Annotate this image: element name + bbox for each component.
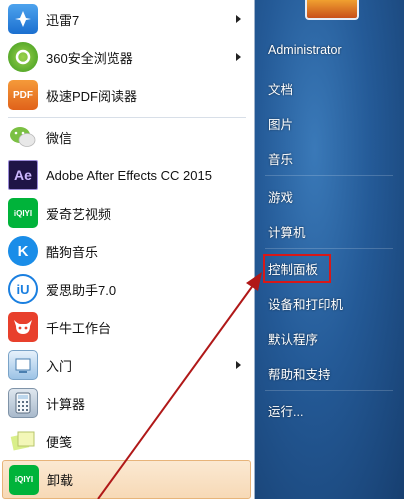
kugou-icon: K <box>8 236 38 266</box>
menu-link-computer[interactable]: 计算机 <box>268 222 306 241</box>
program-item-calculator[interactable]: 计算器 <box>0 384 253 422</box>
user-name-link[interactable]: Administrator <box>268 43 342 57</box>
xunlei-icon <box>8 4 38 34</box>
program-label: 计算器 <box>46 396 86 412</box>
kugou-icon-text: K <box>17 242 29 260</box>
menu-link-music[interactable]: 音乐 <box>268 149 293 168</box>
program-label: 极速PDF阅读器 <box>46 88 138 104</box>
menu-link-pictures[interactable]: 图片 <box>268 114 293 133</box>
separator <box>265 248 393 249</box>
uninstall-icon: iQIYI <box>9 464 39 495</box>
i4-icon-text: iU <box>16 281 30 297</box>
program-item-getting-started[interactable]: 入门 <box>0 346 253 384</box>
iqiyi-icon: iQIYI <box>8 198 38 228</box>
uninstall-icon-text: iQIYI <box>14 475 34 484</box>
program-item-qianniu[interactable]: 千牛工作台 <box>0 308 253 346</box>
program-label: 爱思助手7.0 <box>46 282 117 298</box>
calculator-icon <box>8 388 38 418</box>
iqiyi-icon-text: iQIYI <box>13 208 33 218</box>
program-item-after-effects[interactable]: Ae Adobe After Effects CC 2015 <box>0 156 253 194</box>
program-item-xunlei[interactable]: 迅雷7 <box>0 0 253 38</box>
program-label: 微信 <box>46 130 73 146</box>
program-label: 迅雷7 <box>46 12 80 28</box>
menu-link-documents[interactable]: 文档 <box>268 79 293 98</box>
wechat-icon <box>8 122 38 152</box>
program-list: 迅雷7 360安全浏览器 PDF 极速PDF阅读器 微信 Ae Adobe Af… <box>0 0 255 499</box>
pdf-icon-text: PDF <box>13 89 33 101</box>
program-label: 卸载 <box>47 473 74 488</box>
ae-icon-text: Ae <box>14 167 32 183</box>
getting-started-icon <box>8 350 38 380</box>
user-avatar[interactable] <box>305 0 359 20</box>
pdf-reader-icon: PDF <box>8 80 38 110</box>
separator <box>265 390 393 391</box>
qianniu-icon <box>8 312 38 342</box>
submenu-arrow-icon <box>236 361 241 369</box>
browser-360-icon <box>8 42 38 72</box>
menu-link-run[interactable]: 运行... <box>268 401 303 420</box>
program-label: 便笺 <box>46 434 73 450</box>
start-menu-right-pane: Administrator 文档 图片 音乐 游戏 计算机 控制面板 设备和打印… <box>255 0 404 499</box>
menu-link-games[interactable]: 游戏 <box>268 187 293 206</box>
i4-assistant-icon: iU <box>8 274 38 304</box>
program-item-pdf-reader[interactable]: PDF 极速PDF阅读器 <box>0 76 253 114</box>
menu-link-devices-printers[interactable]: 设备和打印机 <box>268 294 343 313</box>
program-label: 千牛工作台 <box>46 320 112 336</box>
program-item-uninstall[interactable]: iQIYI 卸载 <box>2 460 251 499</box>
program-label: Adobe After Effects CC 2015 <box>46 167 212 183</box>
program-item-iqiyi[interactable]: iQIYI 爱奇艺视频 <box>0 194 253 232</box>
after-effects-icon: Ae <box>8 160 38 190</box>
program-item-kugou[interactable]: K 酷狗音乐 <box>0 232 253 270</box>
program-label: 360安全浏览器 <box>46 50 133 66</box>
program-label: 酷狗音乐 <box>46 244 99 260</box>
program-label: 入门 <box>46 358 73 374</box>
program-item-sticky-notes[interactable]: 便笺 <box>0 422 253 460</box>
program-label: 爱奇艺视频 <box>46 206 112 222</box>
submenu-arrow-icon <box>236 15 241 23</box>
menu-link-help-support[interactable]: 帮助和支持 <box>268 364 331 383</box>
program-item-360-browser[interactable]: 360安全浏览器 <box>0 38 253 76</box>
program-item-i4-assistant[interactable]: iU 爱思助手7.0 <box>0 270 253 308</box>
menu-link-default-programs[interactable]: 默认程序 <box>268 329 318 348</box>
submenu-arrow-icon <box>236 53 241 61</box>
sticky-notes-icon <box>8 426 38 456</box>
menu-link-control-panel[interactable]: 控制面板 <box>262 254 332 283</box>
program-item-wechat[interactable]: 微信 <box>0 118 253 156</box>
separator <box>265 175 393 176</box>
